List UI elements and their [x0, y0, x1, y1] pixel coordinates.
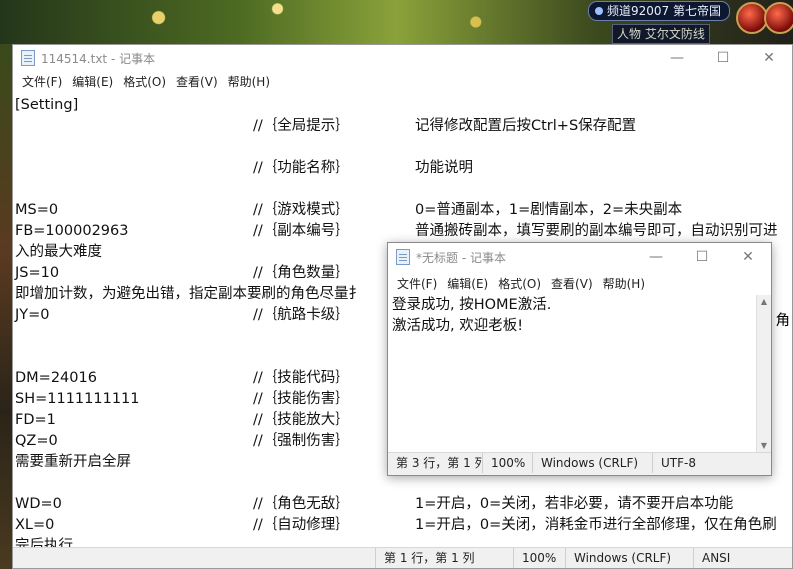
menu-file[interactable]: 文件(F) — [392, 275, 442, 292]
maximize-button[interactable]: ☐ — [679, 243, 725, 271]
config-comment: //｛副本编号｝ — [253, 223, 350, 239]
editor-line: 登录成功, 按HOME激活. — [392, 297, 552, 313]
config-comment: //｛角色数量｝ — [253, 265, 350, 281]
config-key: 需要重新开启全屏 — [15, 454, 131, 470]
notepad-icon — [21, 50, 35, 66]
game-location-tab[interactable]: 人物 艾尔文防线 — [612, 24, 710, 44]
config-comment: //｛技能代码｝ — [253, 370, 350, 386]
title-bar[interactable]: *无标题 - 记事本 — ☐ ✕ — [388, 243, 771, 271]
window-title: *无标题 - 记事本 — [416, 250, 506, 265]
menu-file[interactable]: 文件(F) — [17, 73, 67, 90]
menu-format[interactable]: 格式(O) — [118, 73, 171, 90]
config-comment: //｛游戏模式｝ — [253, 202, 350, 218]
scroll-down-icon[interactable]: ▼ — [757, 439, 771, 453]
status-zoom: 100% — [513, 548, 565, 568]
menu-help[interactable]: 帮助(H) — [223, 73, 275, 90]
menu-bar: 文件(F) 编辑(E) 格式(O) 查看(V) 帮助(H) — [388, 271, 771, 295]
vertical-scrollbar[interactable]: ▲ ▼ — [756, 295, 771, 453]
config-key: SH=1111111111 — [15, 391, 140, 407]
config-key: 入的最大难度 — [15, 244, 102, 260]
editor-line: 激活成功, 欢迎老板! — [392, 318, 524, 334]
config-comment: //｛全局提示｝ — [253, 118, 350, 134]
config-comment: //｛自动修理｝ — [253, 517, 350, 533]
close-button[interactable]: ✕ — [746, 45, 792, 71]
menu-view[interactable]: 查看(V) — [546, 275, 598, 292]
notepad-window-untitled: *无标题 - 记事本 — ☐ ✕ 文件(F) 编辑(E) 格式(O) 查看(V)… — [387, 242, 772, 476]
config-key: QZ=0 — [15, 433, 58, 449]
config-key: XL=0 — [15, 517, 55, 533]
config-comment: //｛技能伤害｝ — [253, 391, 350, 407]
menu-format[interactable]: 格式(O) — [493, 275, 546, 292]
status-bar: 第 1 行，第 1 列 100% Windows (CRLF) ANSI — [13, 547, 792, 568]
status-encoding: UTF-8 — [652, 453, 771, 473]
status-encoding: ANSI — [693, 548, 793, 568]
close-button[interactable]: ✕ — [725, 243, 771, 271]
game-orb-icon[interactable] — [764, 2, 793, 34]
title-bar[interactable]: 114514.txt - 记事本 — ☐ ✕ — [13, 45, 792, 71]
text-editor[interactable]: 登录成功, 按HOME激活. 激活成功, 欢迎老板! — [388, 295, 757, 453]
config-description: 0=普通副本，1=剧情副本，2=未央副本 — [415, 202, 683, 218]
menu-view[interactable]: 查看(V) — [171, 73, 223, 90]
game-background-left — [0, 44, 12, 569]
config-comment: //｛功能名称｝ — [253, 160, 350, 176]
menu-edit[interactable]: 编辑(E) — [67, 73, 118, 90]
config-comment: //｛技能放大｝ — [253, 412, 350, 428]
config-key: 即增加计数，为避免出错，指定副本要刷的角色尽量扌 — [15, 286, 363, 302]
config-key: JS=10 — [15, 265, 60, 281]
status-bar: 第 3 行，第 1 列 100% Windows (CRLF) UTF-8 — [388, 452, 771, 475]
status-zoom: 100% — [482, 453, 532, 473]
config-description: 记得修改配置后按Ctrl+S保存配置 — [415, 118, 637, 134]
status-line-ending: Windows (CRLF) — [532, 453, 652, 473]
config-description: 普通搬砖副本，填写要刷的副本编号即可，自动识别可进 — [415, 223, 778, 239]
config-key: MS=0 — [15, 202, 59, 218]
config-description: 1=开启，0=关闭，若非必要，请不要开启本功能 — [415, 496, 734, 512]
config-key: [Setting] — [15, 97, 79, 113]
minimize-button[interactable]: — — [654, 45, 700, 71]
config-comment: //｛强制伤害｝ — [253, 433, 350, 449]
channel-dot-icon — [595, 7, 603, 15]
config-key: WD=0 — [15, 496, 62, 512]
config-description: 功能说明 — [415, 160, 473, 176]
maximize-button[interactable]: ☐ — [700, 45, 746, 71]
config-comment: //｛航路卡级｝ — [253, 307, 350, 323]
config-description: 1=开启，0=关闭，消耗金币进行全部修理，仅在角色刷 — [415, 517, 777, 533]
menu-bar: 文件(F) 编辑(E) 格式(O) 查看(V) 帮助(H) — [13, 71, 792, 91]
config-key: FB=100002963 — [15, 223, 129, 239]
config-comment: //｛角色无敌｝ — [253, 496, 350, 512]
window-title: 114514.txt - 记事本 — [41, 51, 156, 66]
menu-help[interactable]: 帮助(H) — [598, 275, 650, 292]
notepad-icon — [396, 249, 410, 265]
game-channel-label: 频道92007 第七帝国 — [607, 4, 721, 18]
status-line-ending: Windows (CRLF) — [565, 548, 693, 568]
config-key: JY=0 — [15, 307, 50, 323]
config-key: FD=1 — [15, 412, 56, 428]
status-position: 第 1 行，第 1 列 — [375, 548, 513, 568]
game-channel-badge: 频道92007 第七帝国 — [588, 1, 730, 21]
text-fragment: 角 — [775, 313, 791, 329]
config-key: DM=24016 — [15, 370, 97, 386]
scroll-up-icon[interactable]: ▲ — [757, 295, 771, 309]
menu-edit[interactable]: 编辑(E) — [442, 275, 493, 292]
minimize-button[interactable]: — — [633, 243, 679, 271]
